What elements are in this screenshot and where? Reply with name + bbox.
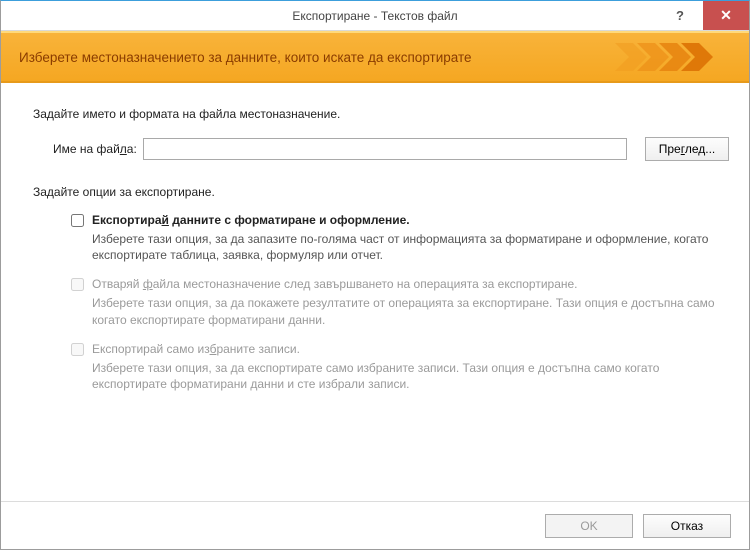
export-options-label: Задайте опции за експортиране. bbox=[33, 185, 729, 199]
option-export-formatting-checkbox[interactable] bbox=[71, 214, 84, 227]
option-open-after-export-checkbox bbox=[71, 278, 84, 291]
help-button[interactable]: ? bbox=[657, 1, 703, 30]
filename-input[interactable] bbox=[143, 138, 627, 160]
ok-button: OK bbox=[545, 514, 633, 538]
window-controls: ? ✕ bbox=[657, 1, 749, 30]
browse-button[interactable]: Преглед... bbox=[645, 137, 729, 161]
option-open-after-export: Отваряй файла местоназначение след завър… bbox=[71, 277, 729, 327]
banner: Изберете местоназначението за данните, к… bbox=[1, 31, 749, 83]
export-dialog: Експортиране - Текстов файл ? ✕ Изберете… bbox=[0, 0, 750, 550]
banner-text: Изберете местоназначението за данните, к… bbox=[19, 50, 472, 65]
window-title: Експортиране - Текстов файл bbox=[292, 9, 457, 23]
option-export-formatting-title: Експортирай данните с форматиране и офор… bbox=[92, 213, 410, 227]
filename-row: Име на файла: Преглед... bbox=[53, 137, 729, 161]
close-button[interactable]: ✕ bbox=[703, 1, 749, 30]
option-selected-records: Експортирай само избраните записи. Избер… bbox=[71, 342, 729, 392]
option-open-after-export-desc: Изберете тази опция, за да покажете резу… bbox=[92, 295, 719, 327]
option-export-formatting: Експортирай данните с форматиране и офор… bbox=[71, 213, 729, 263]
option-open-after-export-title: Отваряй файла местоназначение след завър… bbox=[92, 277, 578, 291]
dialog-footer: OK Отказ bbox=[1, 501, 749, 549]
option-selected-records-desc: Изберете тази опция, за да експортирате … bbox=[92, 360, 719, 392]
option-selected-records-title: Експортирай само избраните записи. bbox=[92, 342, 300, 356]
filename-label: Име на файла: bbox=[53, 142, 137, 156]
option-export-formatting-desc: Изберете тази опция, за да запазите по-г… bbox=[92, 231, 719, 263]
dialog-body: Задайте името и формата на файла местона… bbox=[1, 83, 749, 416]
cancel-button[interactable]: Отказ bbox=[643, 514, 731, 538]
banner-arrows-icon bbox=[615, 43, 725, 71]
option-selected-records-checkbox bbox=[71, 343, 84, 356]
titlebar: Експортиране - Текстов файл ? ✕ bbox=[1, 1, 749, 31]
destination-label: Задайте името и формата на файла местона… bbox=[33, 107, 729, 121]
